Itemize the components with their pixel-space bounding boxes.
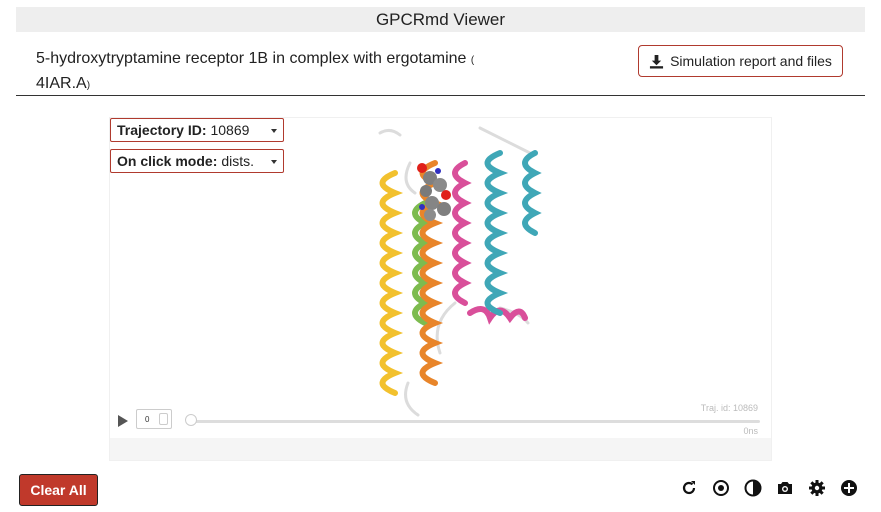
pdb-paren-close: ) bbox=[86, 80, 91, 91]
add-icon[interactable] bbox=[840, 479, 858, 497]
trajectory-select-value: 10869 bbox=[210, 122, 250, 138]
download-icon bbox=[650, 54, 664, 69]
trajectory-slider-handle[interactable] bbox=[185, 414, 197, 426]
viewer-toolbar bbox=[680, 479, 858, 497]
helix-tm2 bbox=[412, 200, 432, 326]
simulation-report-button[interactable]: Simulation report and files bbox=[638, 45, 843, 77]
chevron-down-icon bbox=[271, 160, 277, 164]
molecule-title: 5-hydroxytryptamine receptor 1B in compl… bbox=[36, 47, 496, 97]
trajectory-slider-track[interactable] bbox=[190, 420, 760, 423]
pdb-id: 4IAR.A bbox=[36, 75, 87, 92]
click-mode-select[interactable]: On click mode: dists. bbox=[110, 149, 284, 173]
traj-id-label: Traj. id: 10869 bbox=[700, 403, 758, 413]
clear-all-label: Clear All bbox=[30, 482, 87, 498]
play-icon[interactable] bbox=[118, 415, 128, 427]
protein-structure-render[interactable] bbox=[360, 123, 560, 423]
clear-all-button[interactable]: Clear All bbox=[19, 474, 98, 506]
click-mode-select-value: dists. bbox=[221, 153, 255, 169]
viewer-footer-bar bbox=[110, 438, 771, 460]
simulation-header: 5-hydroxytryptamine receptor 1B in compl… bbox=[16, 40, 865, 96]
camera-icon[interactable] bbox=[776, 479, 794, 497]
frame-value: 0 bbox=[145, 414, 150, 424]
frame-input[interactable]: 0 bbox=[136, 409, 172, 429]
app-title-bar: GPCRmd Viewer bbox=[16, 7, 865, 32]
refresh-icon[interactable] bbox=[680, 479, 698, 497]
trajectory-select-label: Trajectory ID: bbox=[117, 122, 207, 138]
contrast-icon[interactable] bbox=[744, 479, 762, 497]
helix-tm1 bbox=[379, 170, 404, 396]
molecule-viewer[interactable]: Trajectory ID: 10869 On click mode: dist… bbox=[109, 117, 772, 461]
chevron-down-icon bbox=[271, 129, 277, 133]
stepper-icon[interactable] bbox=[159, 413, 168, 425]
app-title: GPCRmd Viewer bbox=[375, 9, 506, 29]
pdb-paren-open: ( bbox=[470, 55, 475, 66]
molecule-name: 5-hydroxytryptamine receptor 1B in compl… bbox=[36, 50, 467, 67]
report-button-label: Simulation report and files bbox=[670, 53, 832, 69]
time-label: 0ns bbox=[743, 426, 758, 436]
helix-tm6 bbox=[484, 150, 542, 316]
trajectory-select[interactable]: Trajectory ID: 10869 bbox=[110, 118, 284, 142]
center-icon[interactable] bbox=[712, 479, 730, 497]
settings-icon[interactable] bbox=[808, 479, 826, 497]
click-mode-select-label: On click mode: bbox=[117, 153, 218, 169]
